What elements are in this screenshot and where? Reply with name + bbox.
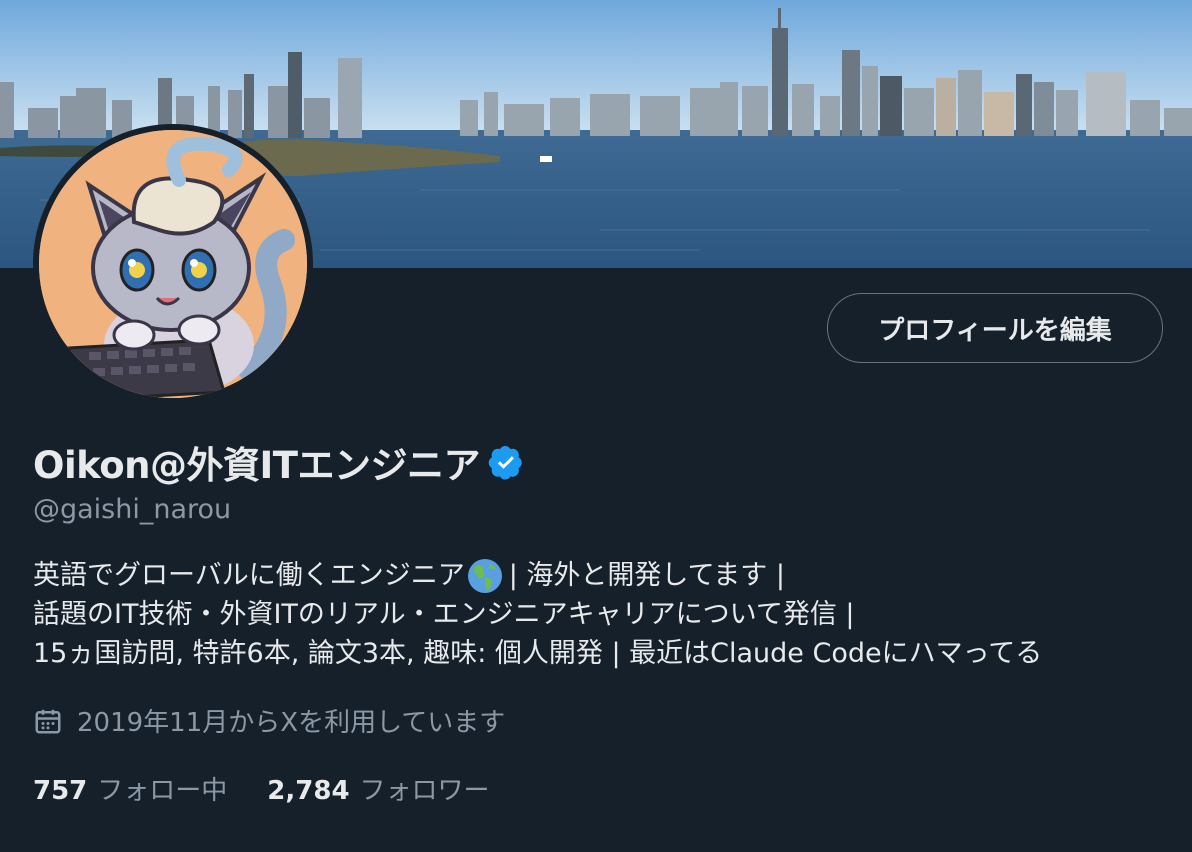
bio-text: 英語でグローバルに働くエンジニア [33, 560, 465, 591]
bio-line-3: 15ヵ国訪問, 特許6本, 論文3本, 趣味: 個人開発 | 最近はClaude… [33, 638, 1043, 669]
following-label: フォロー中 [97, 776, 228, 806]
following-link[interactable]: 757 フォロー中 [33, 770, 227, 807]
followers-link[interactable]: 2,784 フォロワー [267, 770, 489, 807]
join-date-text: 2019年11月からXを利用しています [77, 708, 506, 738]
following-count: 757 [33, 776, 88, 806]
username-handle: @gaishi_narou [33, 494, 232, 525]
bio-line-1: 英語でグローバルに働くエンジニア | 海外と開発してます | [33, 556, 1173, 595]
bio-text: | 海外と開発してます | [508, 560, 785, 591]
join-date: 2019年11月からXを利用しています [33, 702, 505, 739]
profile-avatar[interactable] [33, 124, 313, 404]
verified-badge-icon[interactable] [488, 444, 524, 480]
profile-bio: 英語でグローバルに働くエンジニア | 海外と開発してます | 話題のIT技術・外… [33, 556, 1173, 673]
globe-americas-emoji-icon [467, 558, 502, 593]
display-name-row: Oikon@外資ITエンジニア [33, 436, 524, 488]
avatar-cat-illustration [39, 130, 307, 398]
edit-profile-button[interactable]: プロフィールを編集 [827, 293, 1163, 363]
followers-count: 2,784 [267, 776, 350, 806]
followers-label: フォロワー [359, 776, 490, 806]
follow-stats: 757 フォロー中 2,784 フォロワー [33, 770, 490, 807]
display-name: Oikon@外資ITエンジニア [33, 444, 481, 487]
bio-line-2: 話題のIT技術・外資ITのリアル・エンジニアキャリアについて発信 | [33, 599, 855, 630]
calendar-icon [35, 709, 61, 733]
